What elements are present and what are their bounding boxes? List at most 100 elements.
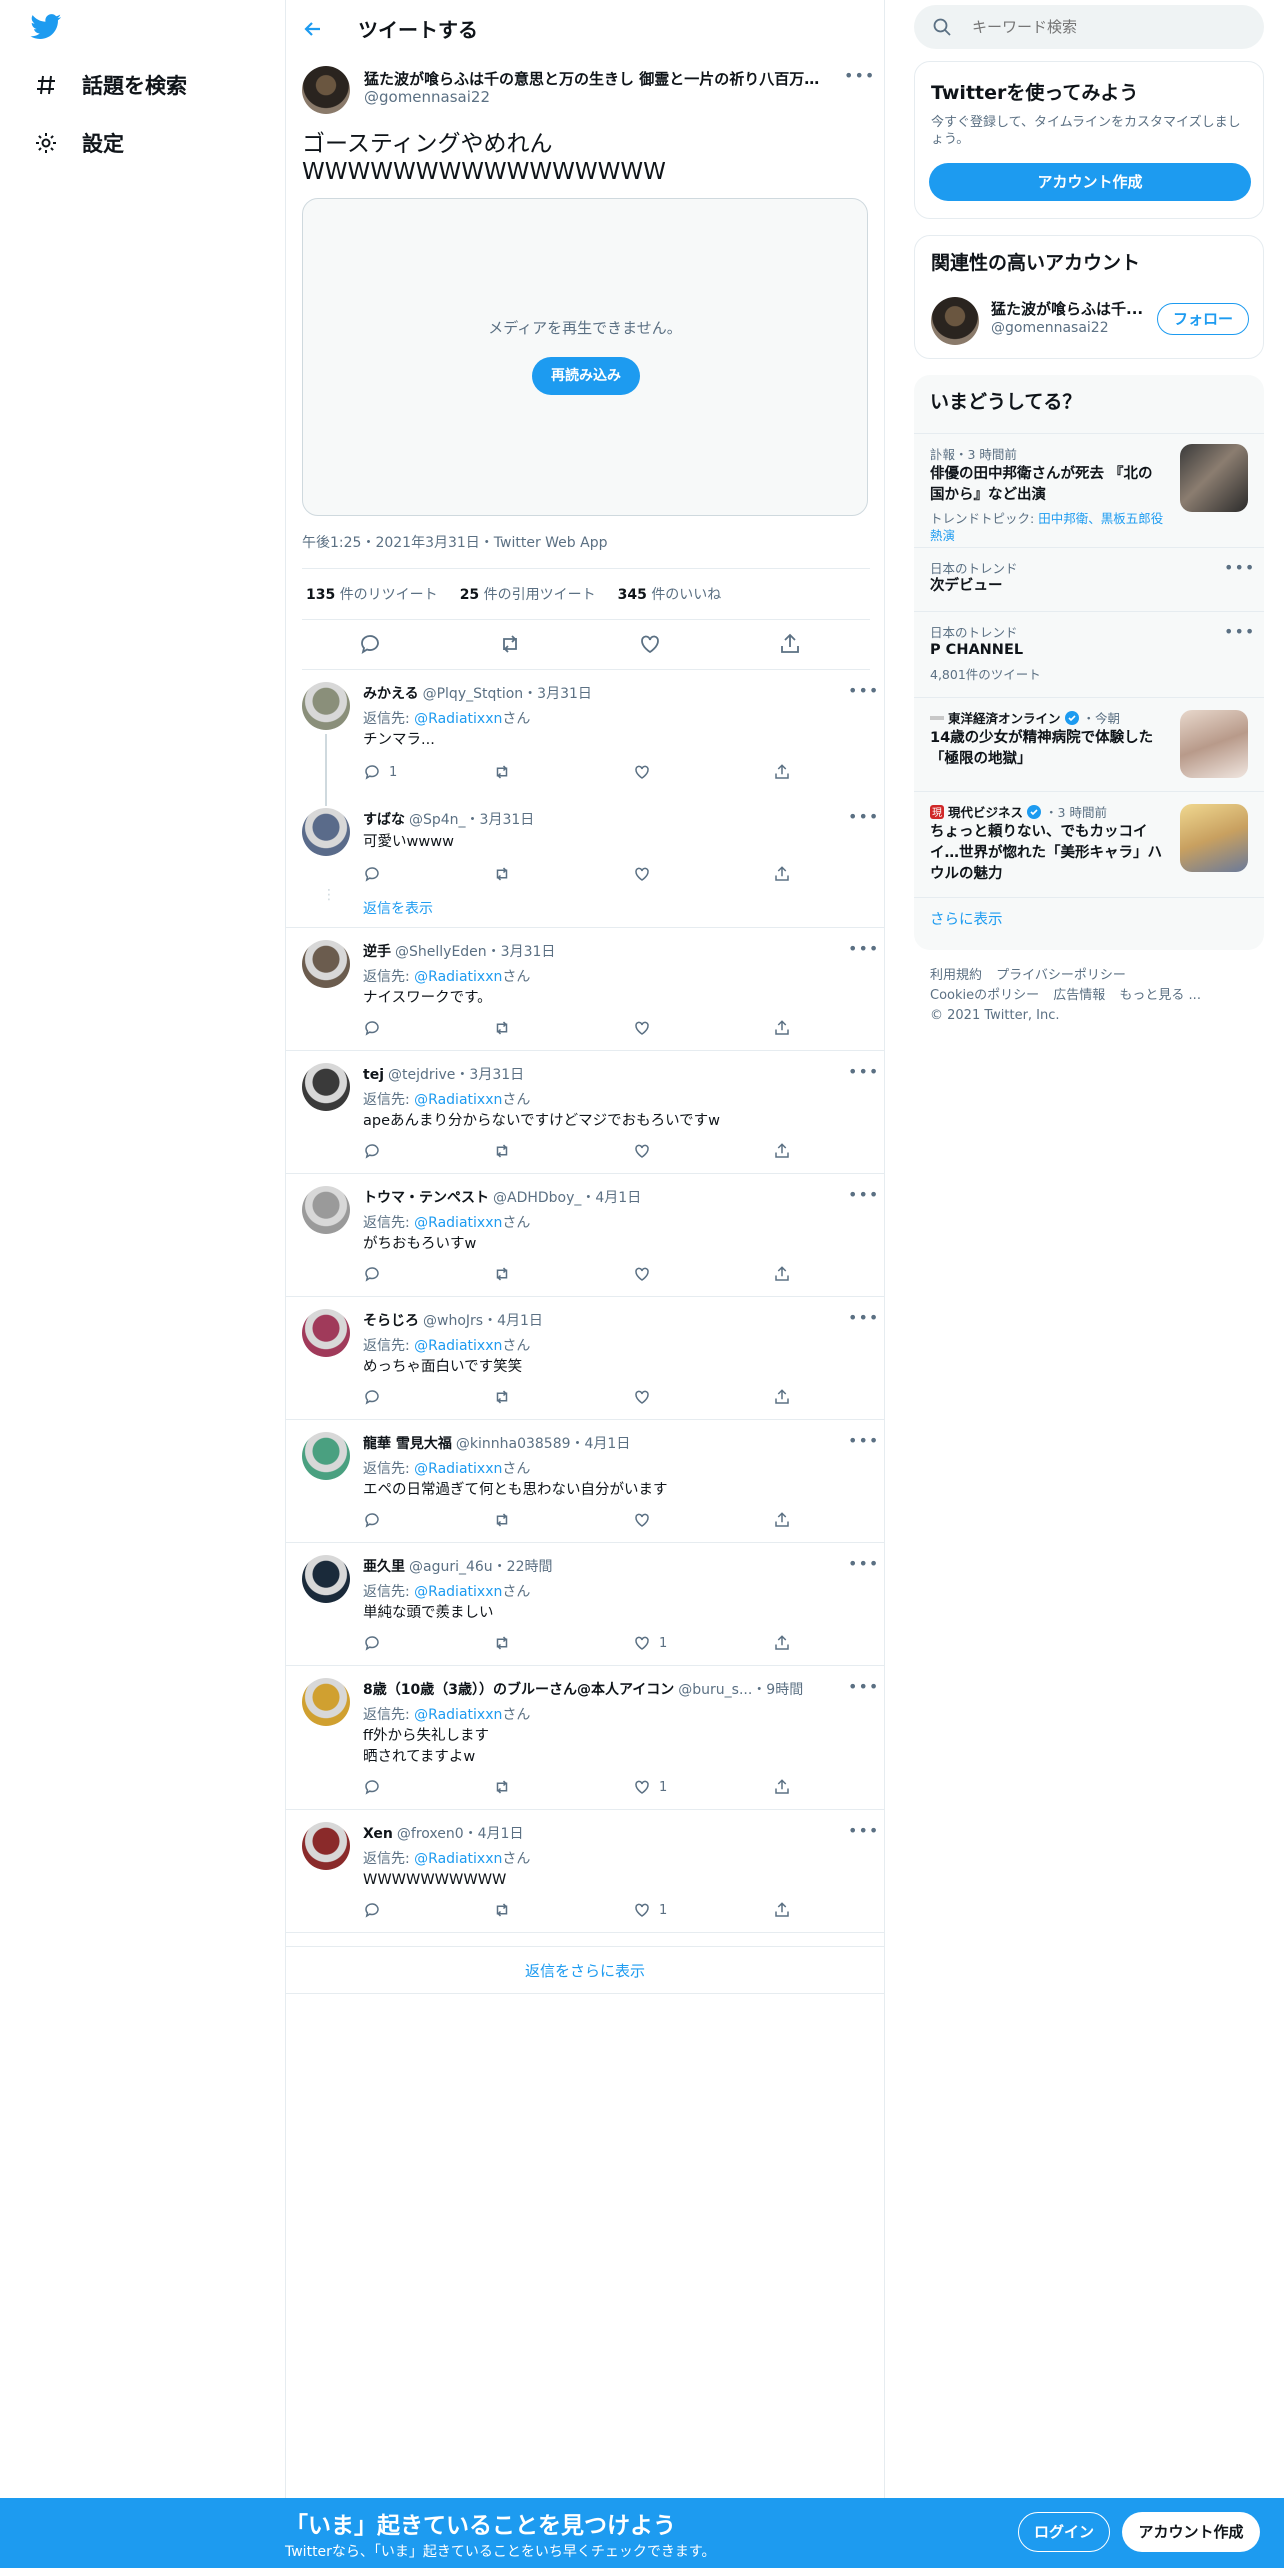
reply-author-name[interactable]: 8歳（10歳（3歳））のブルーさん@本人アイコン bbox=[363, 1682, 674, 1698]
reply-author-name[interactable]: 龍華 雪見大福 bbox=[363, 1436, 452, 1452]
more-icon[interactable]: ••• bbox=[848, 807, 878, 827]
more-icon[interactable]: ••• bbox=[848, 1431, 878, 1451]
reply-to-handle[interactable]: @Radiatixxn bbox=[414, 969, 502, 985]
like-button[interactable] bbox=[633, 1141, 659, 1161]
like-button[interactable] bbox=[633, 1018, 659, 1038]
avatar[interactable] bbox=[302, 1309, 350, 1357]
show-replies-link[interactable]: 返信を表示 bbox=[363, 898, 433, 918]
reply-to-handle[interactable]: @Radiatixxn bbox=[414, 1851, 502, 1867]
reply-meta[interactable]: @buru_s...・9時間 bbox=[678, 1682, 803, 1698]
share-button[interactable] bbox=[773, 1633, 791, 1653]
reply-button[interactable] bbox=[363, 1510, 389, 1530]
retweets-stat[interactable]: 135 件のリツイート bbox=[306, 584, 438, 604]
share-button[interactable] bbox=[773, 1510, 791, 1530]
reply-tweet[interactable]: 亜久里 @aguri_46u・22時間 ••• 返信先: @Radiatixxnさん単… bbox=[286, 1543, 884, 1666]
avatar[interactable] bbox=[931, 297, 979, 345]
avatar[interactable] bbox=[302, 66, 350, 114]
related-account-name[interactable]: 猛た波が喰らふは千... bbox=[991, 298, 1151, 319]
bottom-signup-button[interactable]: アカウント作成 bbox=[1122, 2512, 1260, 2552]
retweet-button[interactable] bbox=[493, 1141, 511, 1161]
reply-tweet[interactable]: トウマ・テンペスト @ADHDboy_・4月1日 ••• 返信先: @Radiatix… bbox=[286, 1174, 884, 1297]
more-icon[interactable]: ••• bbox=[848, 681, 878, 701]
reply-button[interactable] bbox=[363, 1777, 389, 1797]
reply-icon[interactable] bbox=[358, 632, 384, 658]
like-button[interactable] bbox=[633, 1510, 659, 1530]
reply-tweet[interactable]: 龍華 雪見大福 @kinnha038589・4月1日 ••• 返信先: @Radiat… bbox=[286, 1420, 884, 1543]
quotes-stat[interactable]: 25 件の引用ツイート bbox=[460, 584, 596, 604]
retweet-button[interactable] bbox=[493, 1777, 511, 1797]
reply-tweet[interactable]: Xen @froxen0・4月1日 ••• 返信先: @Radiatixxnさん WWW… bbox=[286, 1810, 884, 1933]
share-button[interactable] bbox=[773, 1141, 791, 1161]
reply-tweet[interactable]: みかえる @Plqy_Stqtion・3月31日 ••• 返信先: @Radiatix… bbox=[286, 670, 884, 796]
trend-item[interactable]: 日本のトレンド 次デビュー ••• bbox=[914, 547, 1264, 611]
retweet-button[interactable] bbox=[493, 1387, 511, 1407]
share-button[interactable] bbox=[773, 1264, 791, 1284]
reply-to-handle[interactable]: @Radiatixxn bbox=[414, 1707, 502, 1723]
share-button[interactable] bbox=[773, 1900, 791, 1920]
reply-to-handle[interactable]: @Radiatixxn bbox=[414, 1461, 502, 1477]
reply-to-handle[interactable]: @Radiatixxn bbox=[414, 1215, 502, 1231]
reply-author-name[interactable]: すばな bbox=[363, 812, 405, 828]
twitter-logo-icon[interactable] bbox=[30, 14, 62, 40]
reply-tweet[interactable]: ⋮ 返信を表示 すばな @Sp4n_・3月31日 ••• 可愛いwwww bbox=[286, 792, 884, 928]
share-button[interactable] bbox=[773, 1387, 791, 1407]
like-icon[interactable] bbox=[638, 632, 664, 658]
more-icon[interactable]: ••• bbox=[848, 939, 878, 959]
footer-link-ads[interactable]: 広告情報 bbox=[1053, 988, 1105, 1003]
reply-meta[interactable]: @kinnha038589・4月1日 bbox=[456, 1436, 630, 1452]
tweet-timestamp[interactable]: 午後1:25・2021年3月31日・Twitter Web App bbox=[302, 532, 607, 552]
more-icon[interactable]: ••• bbox=[848, 1821, 878, 1841]
reply-tweet[interactable]: 8歳（10歳（3歳））のブルーさん@本人アイコン @buru_s...・9時間 ••… bbox=[286, 1666, 884, 1810]
nav-settings[interactable]: 設定 bbox=[34, 128, 124, 158]
more-icon[interactable]: ••• bbox=[848, 1185, 878, 1205]
reply-button[interactable]: 1 bbox=[363, 762, 397, 782]
reply-author-name[interactable]: Xen bbox=[363, 1826, 393, 1842]
likes-stat[interactable]: 345 件のいいね bbox=[618, 584, 722, 604]
reply-meta[interactable]: @Sp4n_・3月31日 bbox=[409, 812, 534, 828]
more-icon[interactable]: ••• bbox=[848, 1308, 878, 1328]
more-icon[interactable]: ••• bbox=[848, 1062, 878, 1082]
reply-meta[interactable]: @ADHDboy_・4月1日 bbox=[493, 1190, 641, 1206]
avatar[interactable] bbox=[302, 1063, 350, 1111]
retweet-button[interactable] bbox=[493, 762, 511, 782]
trend-item[interactable]: 訃報・3 時間前 俳優の田中邦衛さんが死去 『北の国から』など出演 トレンドトピ… bbox=[914, 433, 1264, 547]
retweet-button[interactable] bbox=[493, 1510, 511, 1530]
retweet-button[interactable] bbox=[493, 1900, 511, 1920]
reply-button[interactable] bbox=[363, 1264, 389, 1284]
like-button[interactable] bbox=[633, 762, 659, 782]
reply-meta[interactable]: @ShellyEden・3月31日 bbox=[395, 944, 555, 960]
reply-tweet[interactable]: そらじろ @whoJrs・4月1日 ••• 返信先: @Radiatixxnさん めっち… bbox=[286, 1297, 884, 1420]
footer-link-cookies[interactable]: Cookieのポリシー bbox=[930, 988, 1039, 1003]
share-button[interactable] bbox=[773, 1018, 791, 1038]
reply-author-name[interactable]: みかえる bbox=[363, 686, 419, 702]
avatar[interactable] bbox=[302, 1432, 350, 1480]
retweet-button[interactable] bbox=[493, 1018, 511, 1038]
show-more-trends-link[interactable]: さらに表示 bbox=[930, 908, 1003, 929]
retweet-button[interactable] bbox=[493, 864, 511, 884]
reply-meta[interactable]: @tejdrive・3月31日 bbox=[388, 1067, 524, 1083]
reply-button[interactable] bbox=[363, 864, 389, 884]
avatar[interactable] bbox=[302, 1678, 350, 1726]
reply-tweet[interactable]: tej @tejdrive・3月31日 ••• 返信先: @Radiatixxnさん a… bbox=[286, 1051, 884, 1174]
avatar[interactable] bbox=[302, 940, 350, 988]
reply-to-handle[interactable]: @Radiatixxn bbox=[414, 1584, 502, 1600]
follow-button[interactable]: フォロー bbox=[1157, 303, 1249, 335]
more-icon[interactable]: ••• bbox=[848, 1677, 878, 1697]
footer-link-privacy[interactable]: プライバシーポリシー bbox=[996, 968, 1126, 983]
create-account-button[interactable]: アカウント作成 bbox=[929, 163, 1251, 201]
search-input[interactable] bbox=[970, 5, 1250, 49]
nav-explore[interactable]: 話題を検索 bbox=[34, 70, 187, 100]
back-arrow-icon[interactable] bbox=[298, 14, 328, 44]
author-name[interactable]: 猛た波が喰らふは千の意思と万の生きし 御霊と一片の祈り八百万掬... bbox=[364, 68, 834, 89]
footer-link-terms[interactable]: 利用規約 bbox=[930, 968, 982, 983]
avatar[interactable] bbox=[302, 1555, 350, 1603]
trend-item[interactable]: 現 現代ビジネス ・3 時間前 ちょっと頼りない、でもカッコイイ…世界が惚れた「… bbox=[914, 791, 1264, 903]
share-button[interactable] bbox=[773, 1777, 791, 1797]
like-button[interactable]: 1 bbox=[633, 1633, 667, 1653]
share-button[interactable] bbox=[773, 864, 791, 884]
more-icon[interactable]: ••• bbox=[1224, 622, 1254, 642]
reply-meta[interactable]: @aguri_46u・22時間 bbox=[409, 1559, 553, 1575]
more-icon[interactable]: ••• bbox=[844, 66, 874, 86]
login-button[interactable]: ログイン bbox=[1018, 2512, 1110, 2552]
reply-tweet[interactable]: 逆手 @ShellyEden・3月31日 ••• 返信先: @Radiatixxnさん… bbox=[286, 928, 884, 1051]
